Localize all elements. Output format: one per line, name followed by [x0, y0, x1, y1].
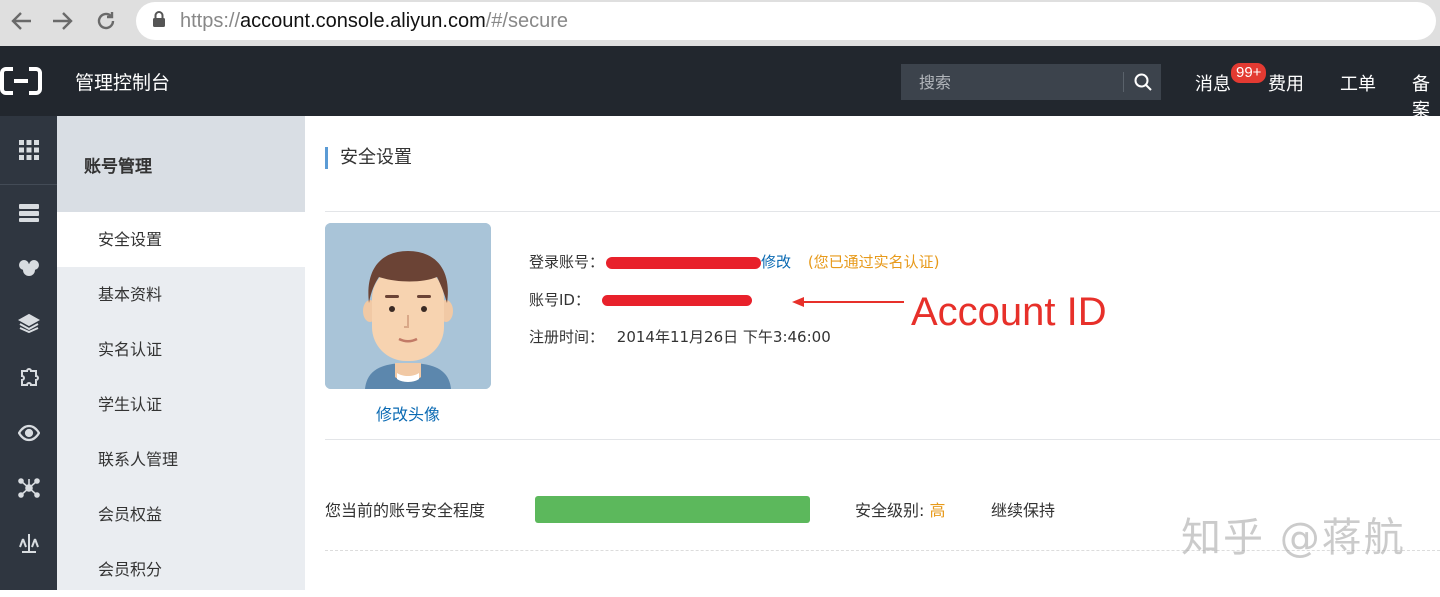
page-title: 安全设置	[325, 147, 412, 169]
sidebar-item-student[interactable]: 学生认证	[57, 377, 305, 432]
section-divider	[325, 439, 1440, 440]
messages-badge: 99+	[1231, 63, 1267, 83]
account-id-label: 账号ID：	[529, 291, 590, 309]
sidebar-item-member-benefits[interactable]: 会员权益	[57, 487, 305, 542]
security-level: 安全级别: 高	[855, 501, 946, 520]
register-time-value: 2014年11月26日 下午3:46:00	[616, 328, 831, 346]
security-level-value: 高	[929, 501, 946, 520]
account-id-annotation: Account ID	[911, 290, 1107, 334]
search-input[interactable]	[901, 64, 1123, 100]
login-account-label: 登录账号：	[529, 253, 605, 271]
redacted-login-account	[606, 256, 762, 269]
nav-beian[interactable]: 备案	[1412, 70, 1440, 122]
security-keep-text: 继续保持	[991, 501, 1056, 520]
apps-grid-icon[interactable]	[0, 130, 57, 170]
forward-icon[interactable]	[40, 1, 84, 41]
register-time-row: 注册时间： 2014年11月26日 下午3:46:00	[529, 326, 831, 347]
security-progress-bar	[535, 496, 810, 523]
verified-note: (您已通过实名认证)	[807, 253, 940, 271]
account-sidebar: 账号管理 安全设置 基本资料 实名认证 学生认证 联系人管理 会员权益 会员积分	[57, 116, 305, 590]
rail-divider	[0, 184, 57, 185]
register-time-label: 注册时间：	[529, 328, 605, 346]
main-content: 安全设置 修改头像 登录账号： 修改 (您已通过实名认证) 账号ID： 注册时间：…	[305, 116, 1440, 590]
back-icon[interactable]	[0, 1, 44, 41]
account-id-row: 账号ID：	[529, 289, 752, 310]
avatar	[325, 223, 491, 389]
url-text: https://account.console.aliyun.com/#/sec…	[180, 9, 568, 32]
balance-icon[interactable]	[0, 523, 57, 563]
title-divider	[325, 211, 1440, 212]
console-title[interactable]: 管理控制台	[75, 68, 170, 95]
nav-messages[interactable]: 消息	[1195, 70, 1231, 96]
annotation-arrow-icon	[792, 297, 904, 307]
product-rail	[0, 116, 57, 590]
login-account-row: 登录账号： 修改 (您已通过实名认证)	[529, 251, 940, 272]
sidebar-heading: 账号管理	[57, 116, 305, 212]
sidebar-item-security[interactable]: 安全设置	[57, 212, 305, 267]
network-icon[interactable]	[0, 468, 57, 508]
sidebar-item-basic-info[interactable]: 基本资料	[57, 267, 305, 322]
search-box	[901, 64, 1161, 100]
aliyun-logo-icon[interactable]	[0, 65, 42, 97]
console-topbar: 管理控制台 消息 费用 工单 备案 99+	[0, 46, 1440, 121]
watermark: 知乎 @蒋航	[1181, 515, 1406, 561]
lock-icon	[152, 10, 166, 32]
puzzle-icon[interactable]	[0, 358, 57, 398]
address-bar[interactable]: https://account.console.aliyun.com/#/sec…	[136, 2, 1436, 40]
sidebar-item-member-points[interactable]: 会员积分	[57, 542, 305, 597]
browser-toolbar: https://account.console.aliyun.com/#/sec…	[0, 0, 1440, 46]
security-degree-label: 您当前的账号安全程度	[325, 501, 486, 520]
nav-billing[interactable]: 费用	[1268, 70, 1304, 96]
brain-icon[interactable]	[0, 248, 57, 288]
eye-icon[interactable]	[0, 413, 57, 453]
reload-icon[interactable]	[84, 1, 128, 41]
layers-icon[interactable]	[0, 303, 57, 343]
sidebar-item-real-name[interactable]: 实名认证	[57, 322, 305, 377]
redacted-account-id	[601, 295, 752, 306]
nav-tickets[interactable]: 工单	[1340, 70, 1376, 96]
sidebar-item-contacts[interactable]: 联系人管理	[57, 432, 305, 487]
modify-account-link[interactable]: 修改	[761, 253, 791, 271]
change-avatar-link[interactable]: 修改头像	[325, 401, 491, 425]
search-icon[interactable]	[1124, 64, 1161, 100]
server-icon[interactable]	[0, 193, 57, 233]
